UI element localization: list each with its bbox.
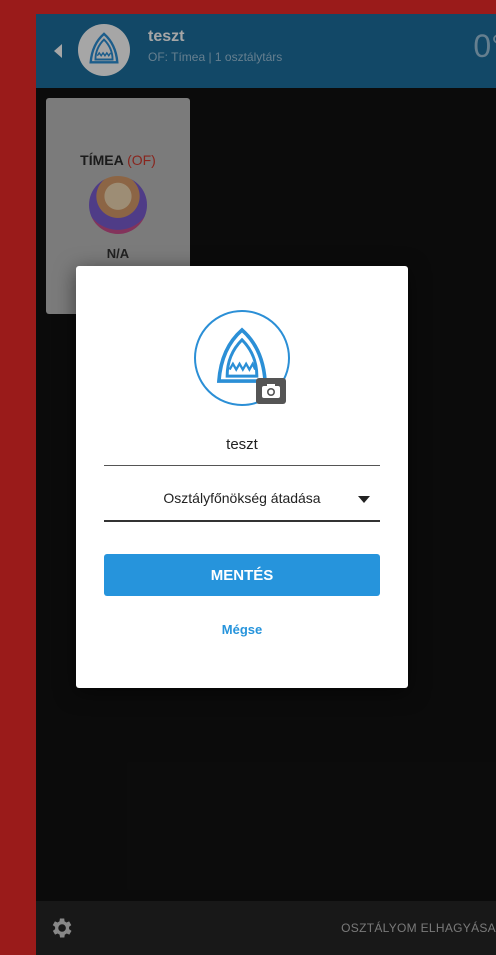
- cancel-button[interactable]: Mégse: [76, 622, 408, 637]
- caret-down-icon: [358, 496, 370, 503]
- action-select[interactable]: Osztályfőnökség átadása: [104, 476, 380, 522]
- camera-icon: [262, 384, 280, 398]
- class-name-input[interactable]: [104, 424, 380, 466]
- action-select-value: Osztályfőnökség átadása: [163, 490, 321, 506]
- edit-class-dialog: Osztályfőnökség átadása MENTÉS Mégse: [76, 266, 408, 688]
- save-button[interactable]: MENTÉS: [104, 554, 380, 596]
- change-photo-button[interactable]: [256, 378, 286, 404]
